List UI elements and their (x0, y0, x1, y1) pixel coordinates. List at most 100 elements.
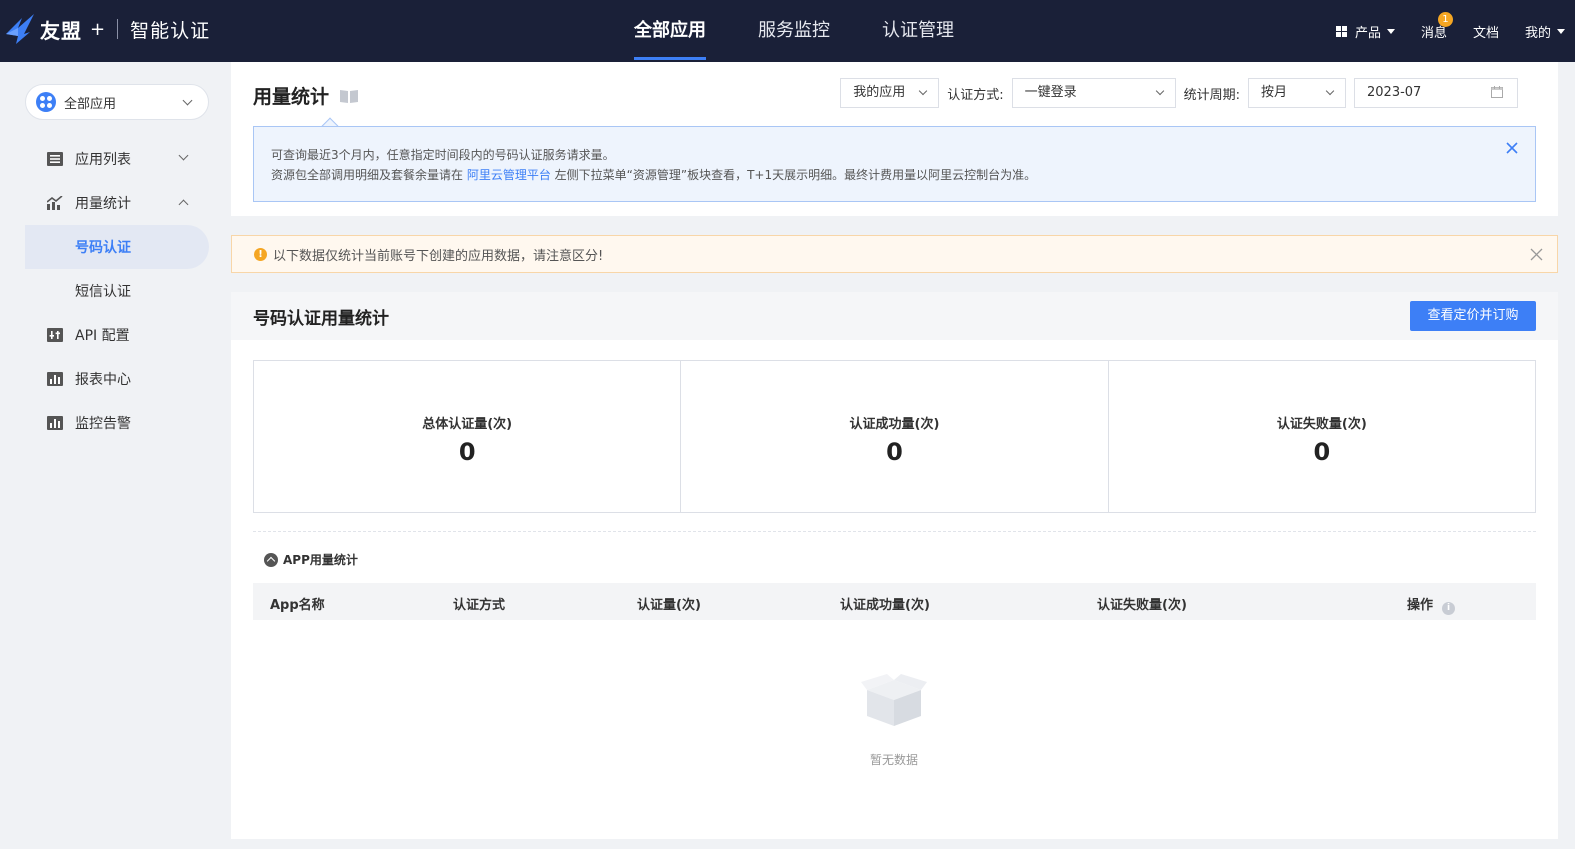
messages-badge: 1 (1437, 11, 1453, 27)
period-select[interactable]: 按月 (1248, 78, 1346, 108)
nav-service-monitor[interactable]: 服务监控 (758, 0, 830, 62)
chevron-down-icon (178, 150, 189, 161)
tip-line-1: 可查询最近3个月内，任意指定时间段内的号码认证服务请求量。 (271, 148, 615, 162)
month-picker[interactable]: 2023-07 (1354, 78, 1518, 108)
monitor-icon (47, 416, 63, 430)
usage-stats-header-panel: 用量统计 我的应用 认证方式: 一键登录 统计周期: 按月 2023-07 可查… (231, 62, 1558, 216)
brand-logo[interactable]: 友盟 + 智能认证 (4, 12, 210, 46)
stat-label: 总体认证量(次) (422, 417, 513, 432)
sidebar-item-sms-auth[interactable]: 短信认证 (0, 269, 231, 313)
stat-value: 0 (1313, 438, 1331, 466)
close-icon[interactable] (1530, 248, 1543, 261)
empty-text: 暂无数据 (869, 753, 918, 767)
stat-label: 认证成功量(次) (849, 417, 940, 432)
empty-state: 暂无数据 (851, 672, 937, 768)
stat-total: 总体认证量(次) 0 (254, 361, 682, 512)
sidebar-item-monitor-alarm[interactable]: 监控告警 (0, 401, 231, 445)
col-failure-count: 认证失败量(次) (1097, 598, 1187, 613)
report-icon (47, 372, 63, 386)
sidebar-item-number-auth[interactable]: 号码认证 (25, 225, 209, 269)
auth-method-select-value: 一键登录 (1024, 85, 1077, 100)
messages-link[interactable]: 消息 1 (1421, 11, 1453, 41)
col-app-name: App名称 (270, 598, 325, 613)
docs-label: 文档 (1472, 25, 1499, 41)
sidebar-item-label: 应用列表 (75, 152, 131, 168)
top-right-menu: 产品 消息 1 文档 我的 (1310, 0, 1565, 62)
products-menu[interactable]: 产品 (1335, 22, 1395, 41)
chart-icon (47, 196, 63, 210)
app-usage-collapse-toggle[interactable]: APP用量统计 (264, 551, 358, 568)
col-actions: 操作 i (1407, 594, 1456, 615)
brand-plus: + (90, 18, 106, 40)
nav-auth-management[interactable]: 认证管理 (882, 0, 954, 62)
my-app-select[interactable]: 我的应用 (840, 78, 940, 108)
info-tip: 可查询最近3个月内，任意指定时间段内的号码认证服务请求量。 资源包全部调用明细及… (253, 126, 1536, 202)
col-auth-method: 认证方式 (453, 598, 506, 613)
sidebar-item-api-config[interactable]: API 配置 (0, 313, 231, 357)
stat-value: 0 (886, 438, 903, 466)
main-nav: 全部应用 服务监控 认证管理 (634, 0, 1006, 62)
period-label: 统计周期: (1183, 87, 1240, 103)
account-label: 我的 (1524, 25, 1551, 41)
sidebar-item-label: API 配置 (75, 328, 130, 344)
tip-line-2-suffix: 左侧下拉菜单“资源管理”板块查看，T+1天展示明细。最终计费用量以阿里云控制台为… (550, 168, 1037, 182)
view-pricing-button[interactable]: 查看定价并订购 (1410, 301, 1536, 331)
chevron-up-icon (178, 199, 189, 210)
aliyun-console-link[interactable]: 阿里云管理平台 (467, 168, 551, 182)
auth-method-label: 认证方式: (947, 87, 1004, 103)
sidebar-item-report-center[interactable]: 报表中心 (0, 357, 231, 401)
filter-bar: 我的应用 认证方式: 一键登录 统计周期: 按月 2023-07 (840, 78, 1518, 108)
col-actions-label: 操作 (1407, 598, 1434, 613)
products-label: 产品 (1354, 25, 1381, 41)
sidebar-item-label: 用量统计 (75, 196, 131, 212)
stats-summary: 总体认证量(次) 0 认证成功量(次) 0 认证失败量(次) 0 (253, 360, 1536, 513)
sidebar-item-app-list[interactable]: 应用列表 (0, 137, 231, 181)
stat-value: 0 (458, 438, 476, 466)
app-select-label: 全部应用 (64, 96, 117, 112)
section-title: 号码认证用量统计 (253, 309, 389, 329)
app-select-dropdown[interactable]: 全部应用 (25, 84, 209, 120)
col-success-count: 认证成功量(次) (840, 598, 930, 613)
sidebar-item-label: 报表中心 (75, 372, 131, 388)
nav-all-apps[interactable]: 全部应用 (634, 0, 706, 62)
account-menu[interactable]: 我的 (1525, 22, 1565, 41)
caret-down-icon (1557, 28, 1565, 34)
month-picker-value: 2023-07 (1367, 85, 1422, 100)
app-usage-title: APP用量统计 (283, 553, 358, 567)
section-header: 号码认证用量统计 查看定价并订购 (231, 292, 1558, 340)
warning-text: 以下数据仅统计当前账号下创建的应用数据，请注意区分! (273, 248, 604, 264)
sidebar-item-usage-stats[interactable]: 用量统计 (0, 181, 231, 225)
auth-method-select[interactable]: 一键登录 (1011, 78, 1176, 108)
api-icon (47, 328, 63, 342)
top-navbar: 友盟 + 智能认证 全部应用 服务监控 认证管理 产品 消息 1 文档 我的 (0, 0, 1575, 62)
docs-link[interactable]: 文档 (1473, 22, 1499, 41)
brand-divider (117, 19, 119, 39)
apps-icon (36, 92, 56, 112)
caret-down-icon (1386, 28, 1395, 34)
warning-banner: ! 以下数据仅统计当前账号下创建的应用数据，请注意区分! (231, 235, 1558, 273)
dashed-divider (253, 531, 1536, 532)
page-title-text: 用量统计 (253, 86, 330, 108)
book-icon[interactable] (339, 88, 359, 104)
warning-icon: ! (254, 247, 267, 261)
my-app-select-value: 我的应用 (853, 85, 906, 100)
period-select-value: 按月 (1261, 85, 1288, 100)
number-auth-usage-panel: 号码认证用量统计 查看定价并订购 总体认证量(次) 0 认证成功量(次) 0 认… (231, 292, 1558, 839)
chevron-down-icon (918, 86, 928, 96)
col-auth-count: 认证量(次) (637, 598, 701, 613)
close-icon[interactable] (1505, 141, 1519, 155)
brand-name: 友盟 (40, 18, 82, 43)
info-icon[interactable]: i (1442, 602, 1456, 615)
table-header: App名称 认证方式 认证量(次) 认证成功量(次) 认证失败量(次) 操作 i (253, 583, 1536, 620)
grid-icon (1335, 25, 1347, 37)
page-title: 用量统计 (253, 82, 359, 109)
collapse-icon (264, 552, 278, 567)
sidebar-menu: 应用列表 用量统计 号码认证 短信认证 API 配置 报表中心 监控告警 (0, 137, 231, 445)
list-icon (47, 152, 63, 166)
chevron-down-icon (182, 95, 193, 106)
stat-failure: 认证失败量(次) 0 (1109, 361, 1535, 512)
sidebar: 全部应用 应用列表 用量统计 号码认证 短信认证 API 配置 报表中心 监控告… (0, 62, 231, 849)
chevron-down-icon (1155, 86, 1164, 96)
tip-line-2-prefix: 资源包全部调用明细及套餐余量请在 (271, 168, 467, 182)
tip-line-2: 资源包全部调用明细及套餐余量请在 阿里云管理平台 左侧下拉菜单“资源管理”板块查… (271, 165, 1535, 185)
